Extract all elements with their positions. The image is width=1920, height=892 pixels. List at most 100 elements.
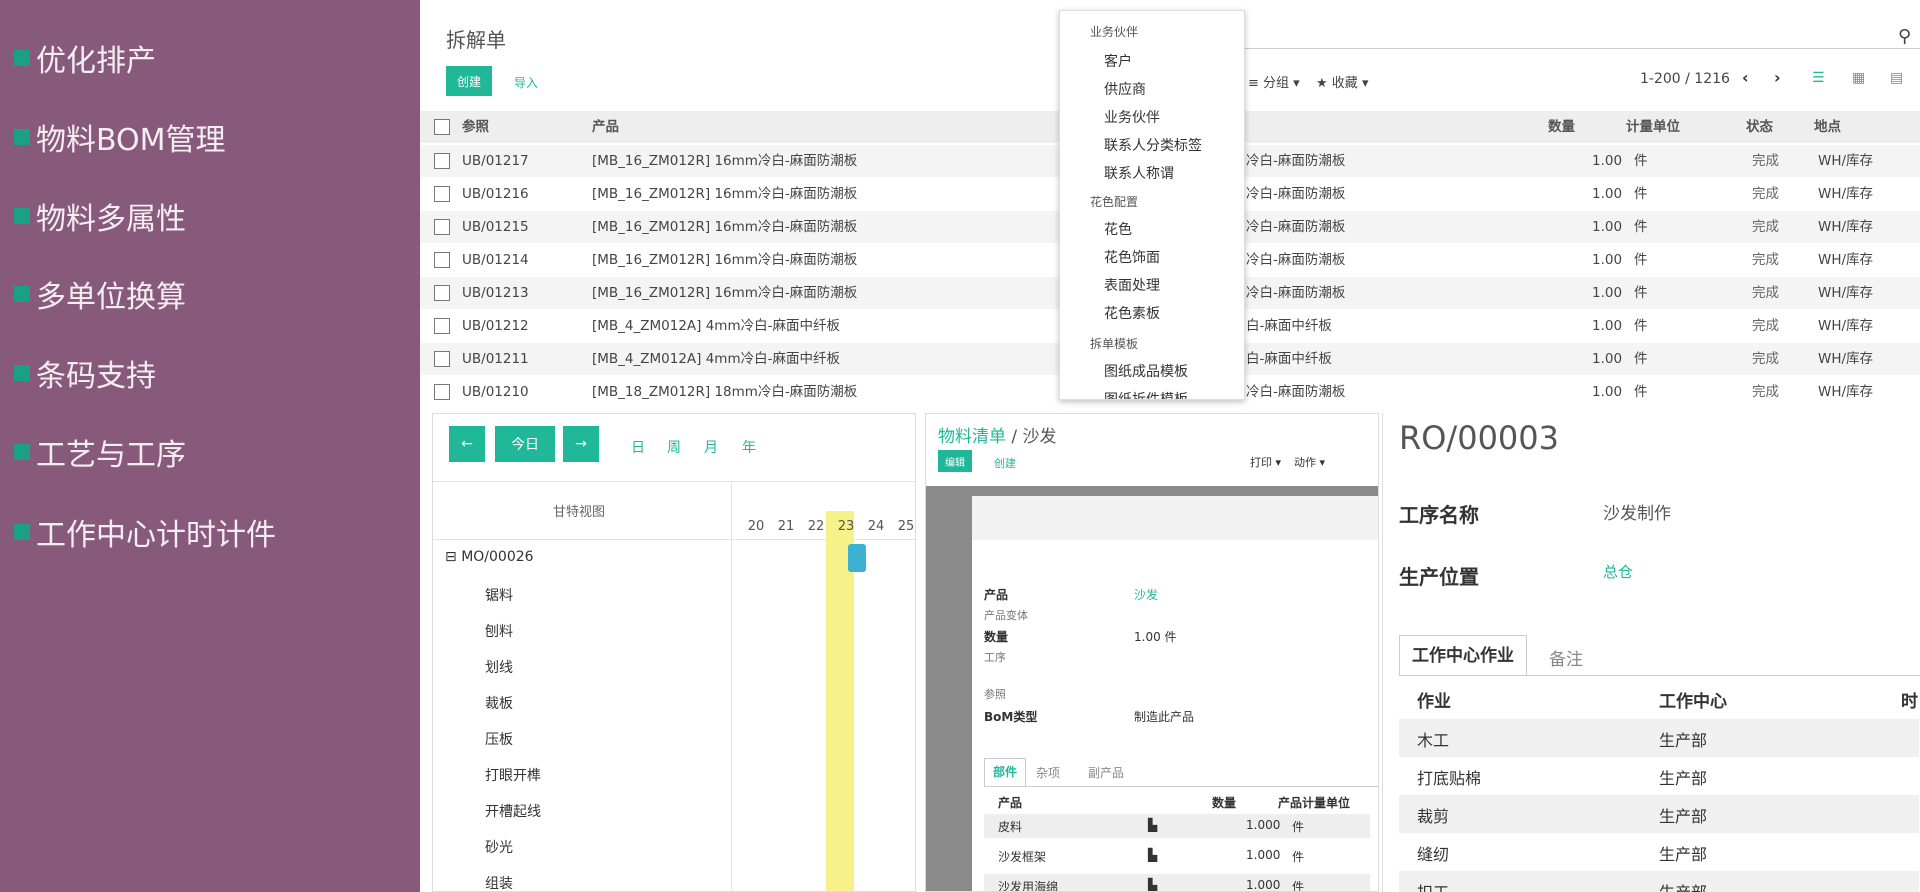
cell-operation: 木工 xyxy=(1417,731,1450,750)
create-button[interactable]: 创建 xyxy=(446,66,492,96)
group-by-label: 分组 xyxy=(1263,76,1290,91)
cell-uom: 件 xyxy=(1634,219,1648,235)
column-uom[interactable]: 计量单位 xyxy=(1626,111,1680,143)
column-workcenter[interactable]: 工作中心 xyxy=(1659,687,1727,712)
search-input[interactable] xyxy=(1240,48,1920,49)
gantt-next-button[interactable]: → xyxy=(563,426,599,462)
column-time[interactable]: 时 xyxy=(1901,687,1918,712)
gantt-task-row[interactable]: 砂光 xyxy=(485,837,513,857)
table-row[interactable]: 皮料 ▙ 1.000 件 xyxy=(984,814,1370,838)
table-row[interactable]: 扣工 生产部 xyxy=(1399,871,1919,892)
row-checkbox[interactable] xyxy=(434,285,450,301)
cell-workcenter: 生产部 xyxy=(1659,731,1708,750)
cell-ref: UB/01217 xyxy=(462,153,529,169)
list-view-icon[interactable]: ☰ xyxy=(1812,70,1825,86)
row-checkbox[interactable] xyxy=(434,384,450,400)
gantt-panel: ← 今日 → 日 周 月 年 甘特视图 20 21 22 23 24 25 ⊟ MO/00… xyxy=(432,413,916,892)
row-checkbox[interactable] xyxy=(434,186,450,202)
tab-misc[interactable]: 杂项 xyxy=(1036,764,1060,781)
menu-item-contact-tags[interactable]: 联系人分类标签 xyxy=(1104,135,1202,155)
table-row[interactable]: 裁剪 生产部 xyxy=(1399,795,1919,833)
menu-item-vendors[interactable]: 供应商 xyxy=(1104,79,1146,99)
menu-item-partners[interactable]: 业务伙伴 xyxy=(1104,107,1160,127)
column-operation[interactable]: 作业 xyxy=(1417,687,1451,712)
tab-byproducts[interactable]: 副产品 xyxy=(1088,764,1124,781)
pivot-view-icon[interactable]: ▦ xyxy=(1852,70,1865,86)
gantt-task-row[interactable]: 压板 xyxy=(485,729,513,749)
gantt-task-row[interactable]: 打眼开榫 xyxy=(485,765,541,785)
menu-item-product-template[interactable]: 图纸成品模板 xyxy=(1104,361,1188,381)
table-row[interactable]: 沙发框架 ▙ 1.000 件 xyxy=(984,844,1370,868)
pager-previous-icon[interactable]: ‹ xyxy=(1742,68,1749,87)
table-row[interactable]: 缝纫 生产部 xyxy=(1399,833,1919,871)
cell-location: WH/库存 xyxy=(1818,153,1874,169)
tab-components[interactable]: 部件 xyxy=(984,758,1026,786)
gantt-task-row[interactable]: 划线 xyxy=(485,657,513,677)
gantt-day-label: 21 xyxy=(777,519,795,534)
column-state[interactable]: 状态 xyxy=(1746,111,1773,143)
menu-item-customers[interactable]: 客户 xyxy=(1104,51,1132,71)
menu-item-contact-titles[interactable]: 联系人称谓 xyxy=(1104,163,1174,183)
cell-state: 完成 xyxy=(1752,285,1779,301)
favorites-dropdown[interactable]: ★ 收藏 ▾ xyxy=(1316,72,1368,91)
gantt-order-row[interactable]: ⊟ MO/00026 xyxy=(445,549,534,565)
table-row[interactable]: 打底贴棉 生产部 xyxy=(1399,757,1919,795)
product-value[interactable]: 沙发 xyxy=(1134,586,1158,603)
group-by-dropdown[interactable]: ≡ 分组 ▾ xyxy=(1248,72,1300,91)
gantt-today-button[interactable]: 今日 xyxy=(495,426,555,462)
gantt-task-row[interactable]: 裁板 xyxy=(485,693,513,713)
pager-next-icon[interactable]: › xyxy=(1774,68,1781,87)
import-button[interactable]: 导入 xyxy=(514,74,538,91)
gantt-task-row[interactable]: 刨料 xyxy=(485,621,513,641)
pager-value[interactable]: 1-200 / 1216 xyxy=(1640,71,1730,87)
cell-state: 完成 xyxy=(1752,318,1779,334)
scale-year[interactable]: 年 xyxy=(742,437,756,457)
location-value[interactable]: 总仓 xyxy=(1603,561,1633,582)
row-checkbox[interactable] xyxy=(434,153,450,169)
gantt-prev-button[interactable]: ← xyxy=(449,426,485,462)
gantt-task-bar[interactable] xyxy=(848,544,866,572)
cell-uom: 件 xyxy=(1634,384,1648,400)
scale-month[interactable]: 月 xyxy=(704,437,718,457)
print-dropdown[interactable]: 打印 ▾ xyxy=(1250,454,1281,470)
feature-item: 多单位换算 xyxy=(14,274,186,315)
scale-day[interactable]: 日 xyxy=(631,437,645,457)
table-row[interactable]: 沙发用海绵 ▙ 1.000 件 xyxy=(984,874,1370,891)
row-checkbox[interactable] xyxy=(434,219,450,235)
scale-week[interactable]: 周 xyxy=(667,437,681,457)
menu-item-color-finish[interactable]: 花色饰面 xyxy=(1104,247,1160,267)
table-row[interactable]: 木工 生产部 xyxy=(1399,719,1919,757)
gantt-task-row[interactable]: 开槽起线 xyxy=(485,801,541,821)
menu-item-color[interactable]: 花色 xyxy=(1104,219,1132,239)
action-dropdown[interactable]: 动作 ▾ xyxy=(1294,454,1325,470)
search-icon[interactable]: ⚲ xyxy=(1898,26,1911,47)
column-qty[interactable]: 数量 xyxy=(1212,794,1236,811)
cell-uom: 件 xyxy=(1634,318,1648,334)
column-uom[interactable]: 产品计量单位 xyxy=(1278,794,1350,811)
menu-item-surface-treatment[interactable]: 表面处理 xyxy=(1104,275,1160,295)
menu-item-part-template[interactable]: 图纸拆件模板 xyxy=(1104,389,1188,399)
cell-qty: 1.00 xyxy=(1592,351,1623,367)
column-qty[interactable]: 数量 xyxy=(1548,111,1575,143)
graph-view-icon[interactable]: ▤ xyxy=(1890,70,1903,86)
tab-workcenter-ops[interactable]: 工作中心作业 xyxy=(1399,635,1527,675)
row-checkbox[interactable] xyxy=(434,351,450,367)
breadcrumb-parent[interactable]: 物料清单 xyxy=(938,427,1006,447)
gantt-task-row[interactable]: 组装 xyxy=(485,873,513,891)
row-checkbox[interactable] xyxy=(434,318,450,334)
column-location[interactable]: 地点 xyxy=(1814,111,1841,143)
cell-workcenter: 生产部 xyxy=(1659,807,1708,826)
cell-product: [MB_4_ZM012A] 4mm冷白-麻面中纤板 xyxy=(592,351,840,367)
menu-item-color-board[interactable]: 花色素板 xyxy=(1104,303,1160,323)
column-product[interactable]: 产品 xyxy=(592,111,619,143)
select-all-checkbox[interactable] xyxy=(434,119,450,135)
row-checkbox[interactable] xyxy=(434,252,450,268)
tab-notes[interactable]: 备注 xyxy=(1549,645,1583,670)
cell-product: [MB_16_ZM012R] 16mm冷白-麻面防潮板 xyxy=(592,219,858,235)
column-ref[interactable]: 参照 xyxy=(462,111,489,143)
gantt-task-row[interactable]: 锯料 xyxy=(485,585,513,605)
edit-button[interactable]: 编辑 xyxy=(938,450,972,472)
create-button[interactable]: 创建 xyxy=(994,455,1016,471)
column-product[interactable]: 产品 xyxy=(998,794,1022,811)
breadcrumb-separator: / xyxy=(1011,427,1018,447)
